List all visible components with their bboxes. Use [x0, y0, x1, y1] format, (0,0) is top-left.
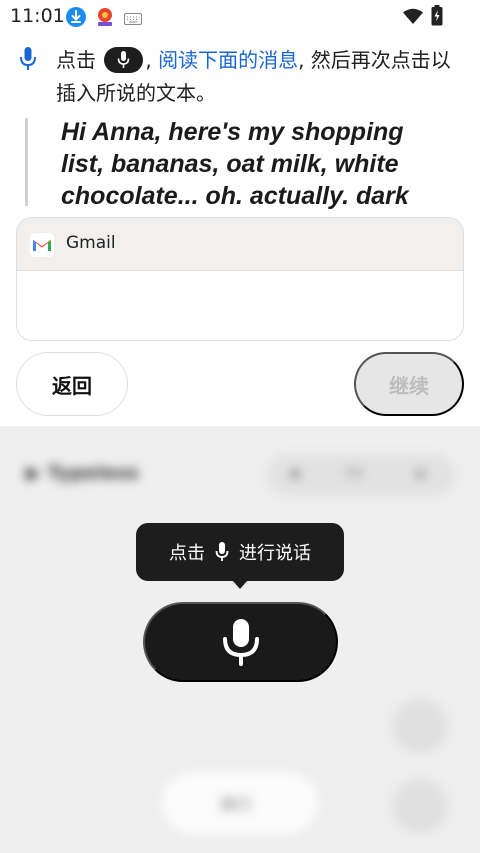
enter-label: 换行 — [220, 795, 253, 814]
status-bar: 11:01 — [0, 0, 480, 34]
quote-bar — [25, 118, 28, 206]
keyboard-mode-toggle[interactable]: ● EN ◧ — [266, 454, 456, 496]
keyboard-switch-button[interactable] — [392, 778, 448, 834]
download-icon — [66, 7, 86, 27]
quote-text: Hi Anna, here's my shopping list, banana… — [61, 118, 409, 210]
globe-icon: ● — [290, 466, 301, 480]
keyboard-brand: ▶ Typeless — [26, 462, 139, 484]
backspace-button[interactable] — [392, 698, 448, 754]
gmail-card-header: Gmail — [17, 218, 463, 271]
gmail-icon — [30, 233, 54, 257]
mic-chip — [104, 47, 144, 73]
status-time: 11:01 — [10, 5, 65, 27]
continue-button[interactable]: 继续 — [354, 352, 464, 416]
speak-tooltip: 点击 进行说话 — [136, 523, 344, 581]
keyboard-icon — [124, 10, 142, 25]
keyboard-brand-name: Typeless — [47, 462, 139, 484]
app-notification-icon — [95, 7, 115, 27]
instruction-part1: 点击 — [56, 48, 103, 72]
settings-icon: ◧ — [416, 466, 428, 480]
microphone-icon — [215, 542, 229, 561]
gmail-app-name: Gmail — [66, 233, 116, 253]
instruction-part2: , — [145, 48, 159, 72]
tooltip-part2: 进行说话 — [239, 543, 311, 564]
voice-input-mic-button[interactable] — [143, 602, 338, 682]
battery-charging-icon — [431, 5, 443, 26]
microphone-icon — [118, 51, 130, 68]
microphone-icon — [222, 619, 259, 666]
read-message-link[interactable]: 阅读下面的消息 — [158, 48, 298, 72]
quote-block: Hi Anna, here's my shopping list, banana… — [61, 116, 441, 210]
enter-button[interactable]: 换行 — [162, 772, 318, 834]
tooltip-part1: 点击 — [169, 543, 205, 564]
typeless-logo-icon: ▶ — [26, 462, 48, 484]
tooltip-tail — [232, 580, 248, 589]
back-button[interactable]: 返回 — [16, 352, 128, 416]
language-label: EN — [346, 466, 363, 480]
microphone-icon — [18, 46, 38, 72]
gmail-compose-card[interactable]: Gmail — [16, 217, 464, 341]
wifi-icon — [403, 8, 423, 24]
instruction-text: 点击 , 阅读下面的消息, 然后再次点击以插入所说的文本。 — [56, 44, 461, 110]
